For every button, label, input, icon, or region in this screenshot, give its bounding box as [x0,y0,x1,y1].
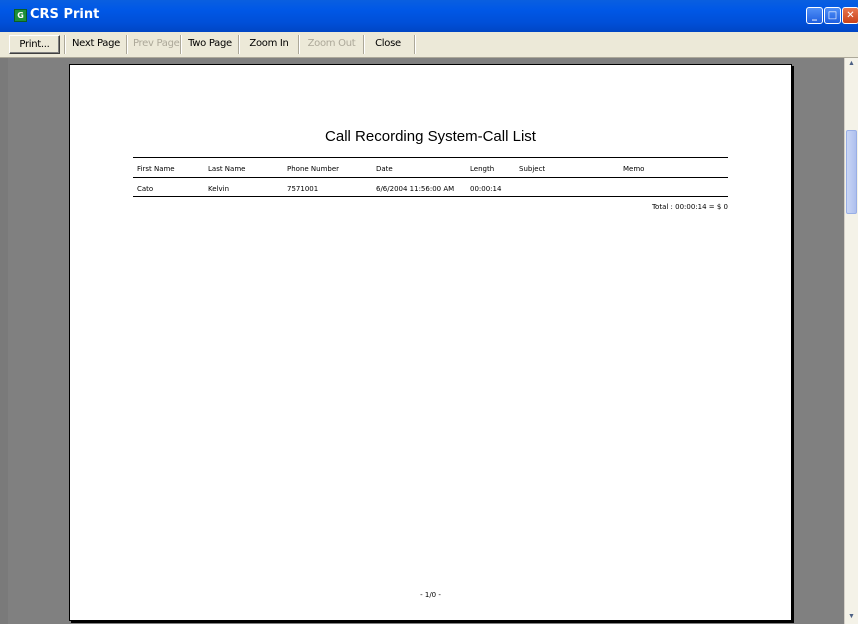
cell-first-name: Cato [137,185,154,193]
report-title: Call Recording System-Call List [325,128,536,145]
zoom-out-button[interactable]: Zoom Out [301,35,362,54]
column-header-subject: Subject [519,165,546,173]
column-header-date: Date [376,165,393,173]
column-header-length: Length [470,165,495,173]
two-page-button[interactable]: Two Page [183,35,237,54]
column-header-last-name: Last Name [208,165,246,173]
app-icon: G [14,9,27,22]
table-bottom-rule [133,196,728,197]
cell-phone-number: 7571001 [287,185,319,193]
cell-last-name: Kelvin [208,185,230,193]
vertical-scrollbar[interactable]: ▲ ▼ [844,58,858,624]
toolbar-separator [238,35,240,54]
maximize-button[interactable]: □ [824,7,841,24]
column-header-phone-number: Phone Number [287,165,340,173]
next-page-button[interactable]: Next Page [67,35,125,54]
preview-left-edge [0,58,8,624]
column-header-memo: Memo [623,165,645,173]
window-title: CRS Print [30,7,100,22]
prev-page-button[interactable]: Prev Page [129,35,180,54]
minimize-button[interactable]: _ [806,7,823,24]
column-header-first-name: First Name [137,165,175,173]
close-icon: ✕ [846,10,855,21]
maximize-icon: □ [827,10,838,21]
print-button[interactable]: Print... [9,35,60,54]
header-bottom-rule [133,177,728,178]
cell-date: 6/6/2004 11:56:00 AM [376,185,455,193]
toolbar-separator [126,35,128,54]
total-summary: Total : 00:00:14 = $ 0 [651,203,728,211]
title-bar: G CRS Print _ □ ✕ [0,0,858,32]
toolbar-separator [64,35,66,54]
report-page: Call Recording System-Call List First Na… [69,64,792,621]
cell-length: 00:00:14 [470,185,502,193]
toolbar-separator [298,35,300,54]
header-top-rule [133,157,728,158]
page-number: - 1/0 - [420,591,441,599]
scroll-up-arrow-icon[interactable]: ▲ [845,58,858,70]
scrollbar-thumb[interactable] [846,130,857,214]
toolbar: Print... Next Page Prev Page Two Page Zo… [0,32,858,58]
close-button[interactable]: Close [368,35,408,54]
toolbar-separator [414,35,416,54]
zoom-in-button[interactable]: Zoom In [241,35,297,54]
toolbar-separator [180,35,182,54]
minimize-icon: _ [812,10,817,21]
toolbar-separator [363,35,365,54]
close-window-button[interactable]: ✕ [842,7,858,24]
scroll-down-arrow-icon[interactable]: ▼ [845,611,858,623]
